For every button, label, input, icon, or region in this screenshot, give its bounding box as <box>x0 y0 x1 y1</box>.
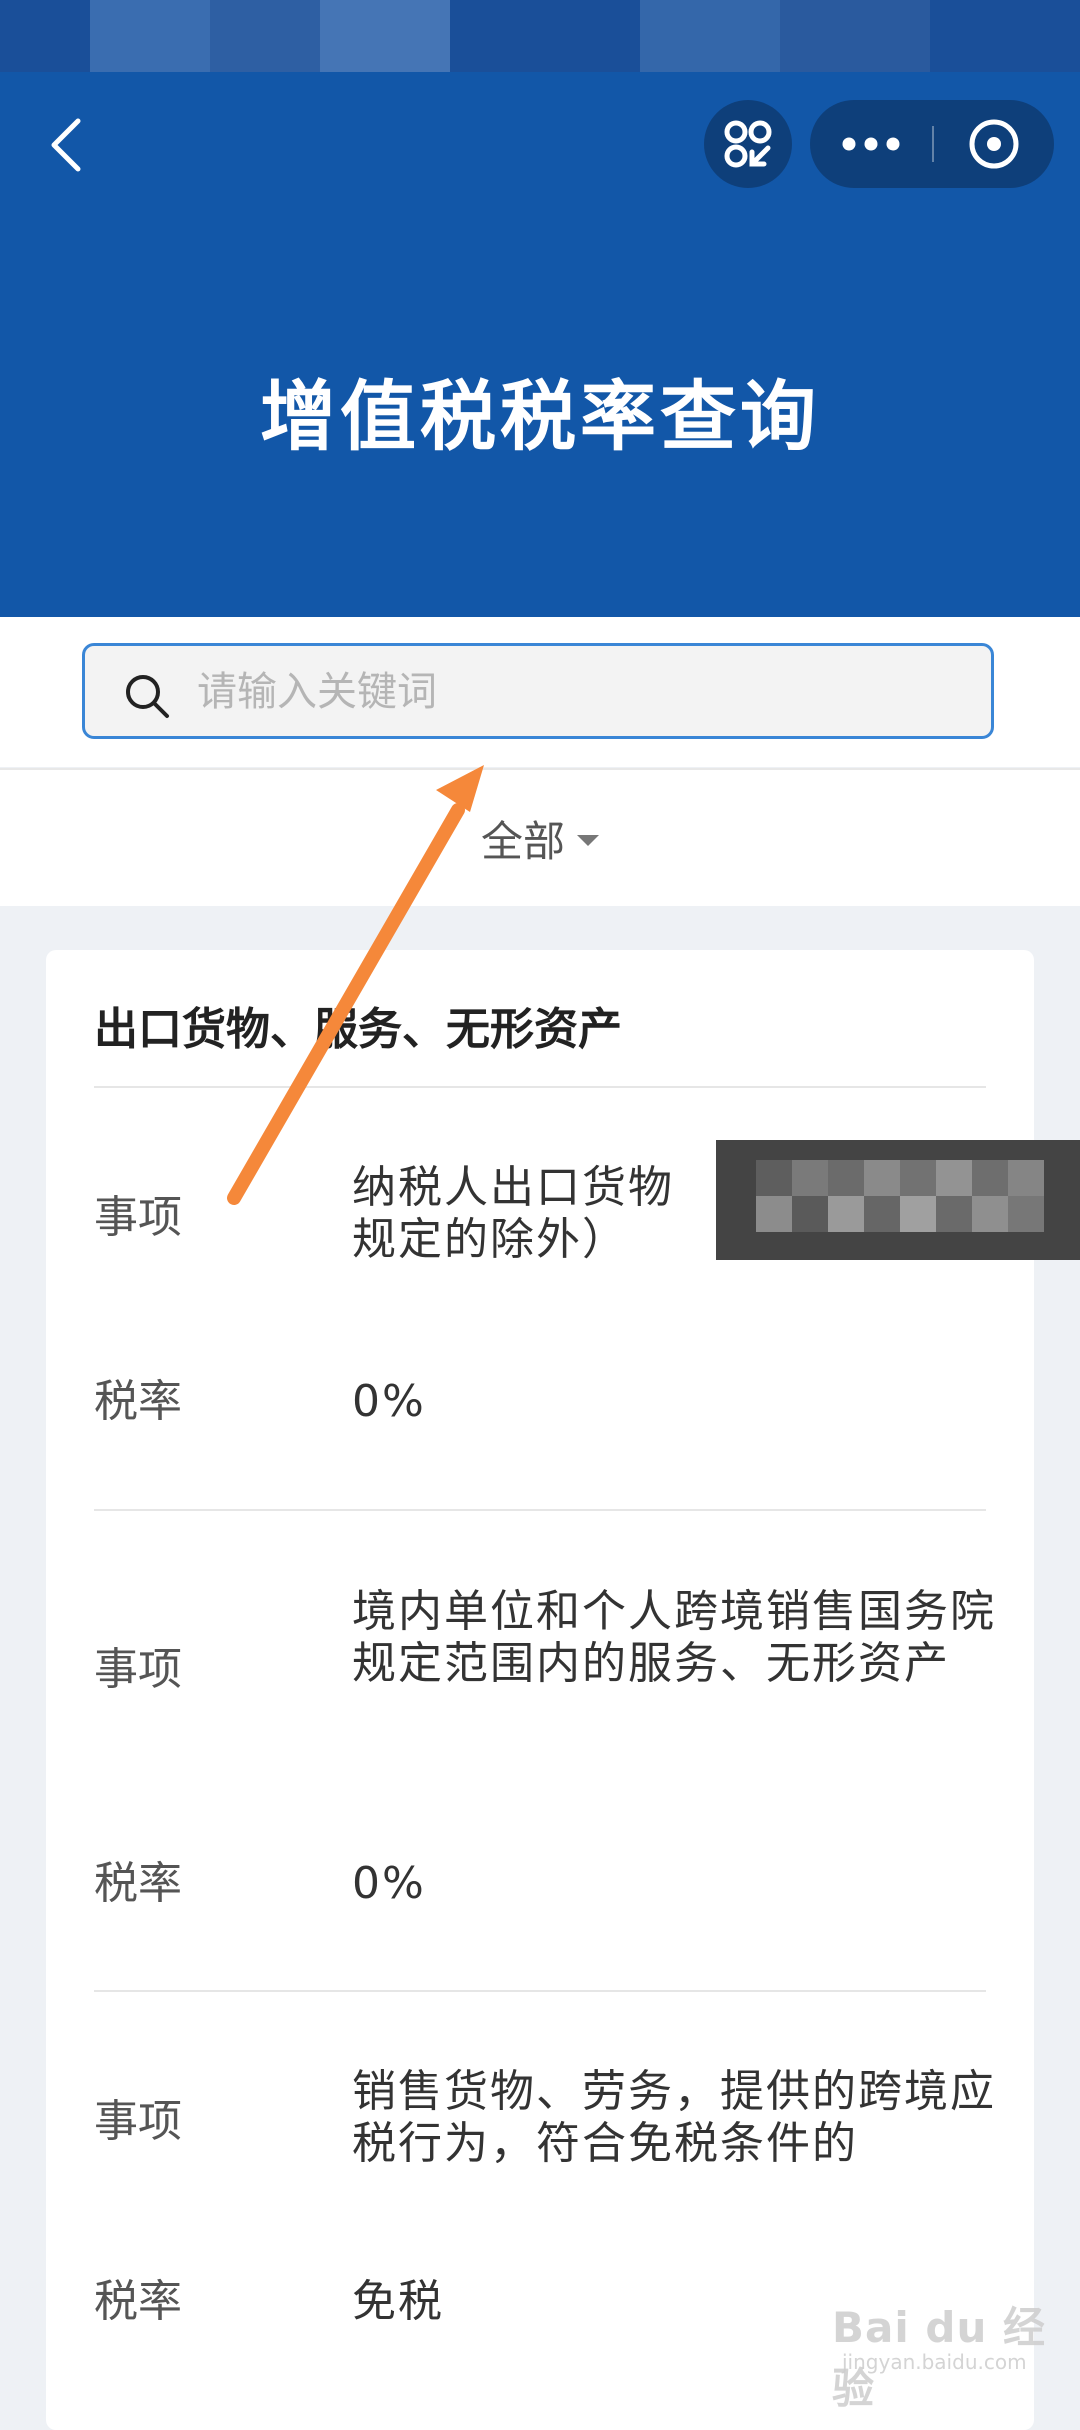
header: 增值税税率查询 <box>0 72 1080 617</box>
close-button[interactable] <box>934 100 1054 188</box>
item-label: 事项 <box>94 1192 182 1243</box>
category-filter-dropdown[interactable]: 全部 <box>460 800 620 876</box>
divider <box>94 1509 986 1511</box>
status-blur-block <box>90 0 210 72</box>
rate-label: 税率 <box>94 1858 182 1909</box>
more-button[interactable] <box>810 100 932 188</box>
miniapp-capsule <box>810 100 1054 188</box>
filter-bar: 全部 <box>0 768 1080 906</box>
status-blur-block <box>210 0 320 72</box>
caret-down-icon <box>577 834 599 846</box>
search-input[interactable] <box>195 658 959 726</box>
divider <box>94 1990 986 1992</box>
miniapp-close-icon <box>969 119 1019 169</box>
rate-label: 税率 <box>94 2276 182 2327</box>
page-title: 增值税税率查询 <box>260 372 820 461</box>
search-section <box>0 617 1080 767</box>
chevron-left-icon <box>51 118 81 172</box>
search-icon <box>123 672 173 722</box>
search-box[interactable] <box>82 643 994 739</box>
item-label: 事项 <box>94 2096 182 2147</box>
status-blur-block <box>640 0 780 72</box>
scan-button[interactable] <box>704 100 792 188</box>
rate-value: 0% <box>352 1858 426 1909</box>
item-value: 销售货物、劳务，提供的跨境应税行为，符合免税条件的 <box>352 2066 996 2169</box>
status-blur-block <box>320 0 450 72</box>
watermark-logo: Bai du 经验 jingyan.baidu.com <box>822 2280 1062 2413</box>
card-title: 出口货物、服务、无形资产 <box>94 1004 622 1055</box>
filter-label: 全部 <box>480 816 565 866</box>
status-bar <box>0 0 1080 72</box>
watermark-subtext: jingyan.baidu.com <box>842 2350 1027 2374</box>
more-dots-icon <box>842 137 900 151</box>
rate-value: 0% <box>352 1376 426 1427</box>
rate-label: 税率 <box>94 1376 182 1427</box>
item-label: 事项 <box>94 1644 182 1695</box>
status-blur-block <box>780 0 930 72</box>
back-button[interactable] <box>38 110 94 180</box>
scan-icon <box>724 120 772 168</box>
redaction-mosaic <box>716 1140 1080 1260</box>
divider <box>94 1086 986 1088</box>
item-value: 境内单位和个人跨境销售国务院规定范围内的服务、无形资产 <box>352 1586 996 1689</box>
